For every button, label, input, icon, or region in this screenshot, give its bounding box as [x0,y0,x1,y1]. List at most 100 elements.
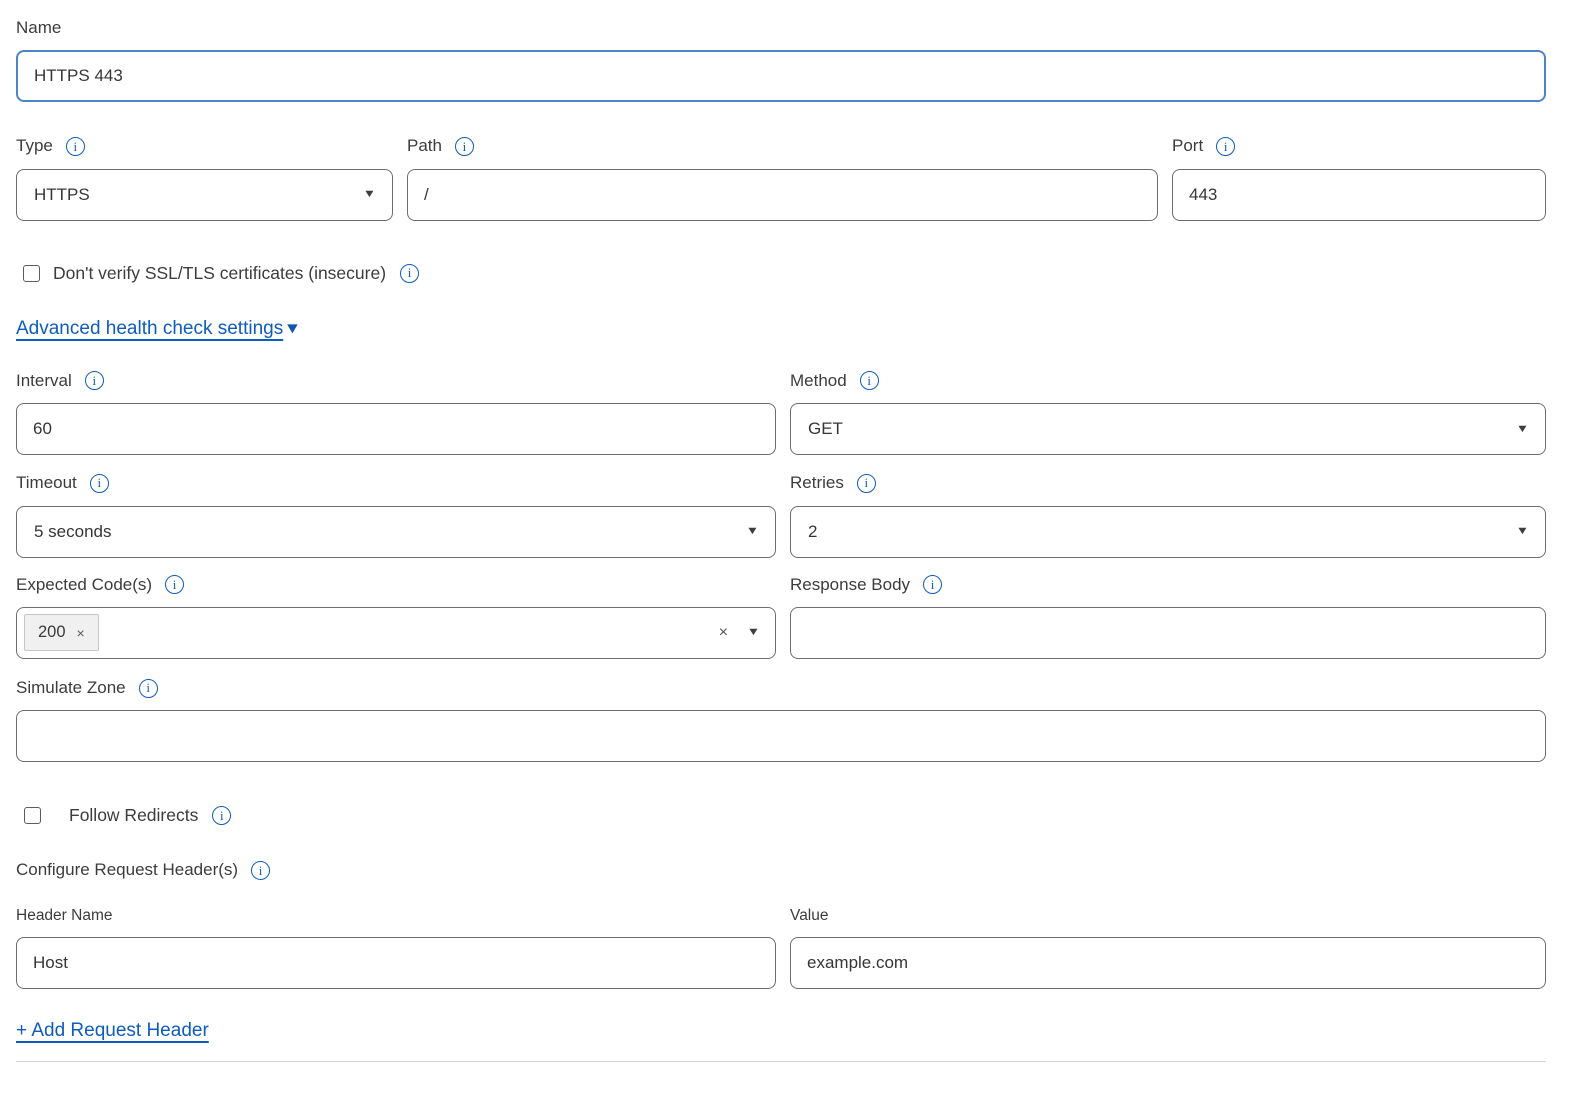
add-request-header-row: + Add Request Header [16,1020,1546,1042]
advanced-settings-toggle-row: Advanced health check settings ▼ [16,318,1546,340]
follow-redirects-info-icon[interactable]: i [212,806,231,825]
header-name-input[interactable] [16,937,776,989]
chevron-down-icon: ▼ [284,320,302,337]
path-input[interactable] [407,169,1158,221]
health-check-form: Name Type i HTTPS ▼ Path i Port i [0,0,1570,1107]
method-select[interactable]: GET ▼ [790,403,1546,455]
add-request-header-label: + Add Request Header [16,1020,209,1042]
port-field-group: Port i [1172,136,1546,220]
follow-redirects-row: Follow Redirects i [24,805,1546,826]
retries-field-group: Retries i 2 ▼ [790,473,1546,557]
simulate-zone-field-group: Simulate Zone i [16,678,1546,762]
simulate-zone-input[interactable] [16,710,1546,762]
interval-method-row: Interval i Method i GET ▼ [16,371,1546,455]
type-label-text: Type [16,136,53,156]
follow-redirects-label: Follow Redirects [69,805,198,826]
name-label: Name [16,18,1546,38]
type-field-group: Type i HTTPS ▼ [16,136,393,220]
advanced-settings-toggle[interactable]: Advanced health check settings ▼ [16,318,300,340]
advanced-settings-label: Advanced health check settings [16,318,283,340]
simulate-zone-label: Simulate Zone i [16,678,1546,698]
response-body-label-text: Response Body [790,575,910,595]
timeout-info-icon[interactable]: i [90,474,109,493]
chevron-down-icon: ▼ [747,627,761,638]
expected-codes-field-group: Expected Code(s) i 200 × × ▼ [16,575,776,659]
request-header-row: Header Name Value [16,907,1546,990]
type-select[interactable]: HTTPS ▼ [16,169,393,221]
verify-ssl-info-icon[interactable]: i [400,264,419,283]
expected-codes-label-text: Expected Code(s) [16,575,152,595]
port-input[interactable] [1172,169,1546,221]
path-info-icon[interactable]: i [455,137,474,156]
timeout-label-text: Timeout [16,473,77,493]
header-value-input[interactable] [790,937,1546,989]
interval-input[interactable] [16,403,776,455]
type-label: Type i [16,136,393,156]
type-info-icon[interactable]: i [66,137,85,156]
expected-code-tag-value: 200 [38,623,66,642]
type-select-value: HTTPS [34,185,90,205]
type-path-port-row: Type i HTTPS ▼ Path i Port i [16,136,1546,220]
retries-label: Retries i [790,473,1546,493]
response-body-input[interactable] [790,607,1546,659]
header-value-field-group: Value [790,907,1546,990]
request-headers-section-label: Configure Request Header(s) i [16,860,1546,880]
codes-body-row: Expected Code(s) i 200 × × ▼ Response Bo… [16,575,1546,659]
verify-ssl-label: Don't verify SSL/TLS certificates (insec… [53,263,386,284]
chevron-down-icon: ▼ [1516,424,1530,435]
method-label: Method i [790,371,1546,391]
request-headers-info-icon[interactable]: i [251,861,270,880]
method-label-text: Method [790,371,847,391]
header-value-label-text: Value [790,907,829,926]
timeout-retries-row: Timeout i 5 seconds ▼ Retries i 2 ▼ [16,473,1546,557]
retries-info-icon[interactable]: i [857,474,876,493]
path-label: Path i [407,136,1158,156]
retries-select[interactable]: 2 ▼ [790,506,1546,558]
path-field-group: Path i [407,136,1158,220]
chevron-down-icon: ▼ [746,526,760,537]
clear-selection-icon[interactable]: × [719,624,728,642]
chevron-down-icon: ▼ [363,189,377,200]
request-headers-section-text: Configure Request Header(s) [16,860,238,880]
port-info-icon[interactable]: i [1216,137,1235,156]
name-field-group: Name [16,18,1546,102]
follow-redirects-checkbox[interactable] [24,807,41,824]
timeout-select[interactable]: 5 seconds ▼ [16,506,776,558]
header-value-label: Value [790,907,1546,926]
response-body-label: Response Body i [790,575,1546,595]
name-label-text: Name [16,18,61,38]
add-request-header-link[interactable]: + Add Request Header [16,1020,209,1042]
interval-info-icon[interactable]: i [85,371,104,390]
timeout-label: Timeout i [16,473,776,493]
verify-ssl-checkbox[interactable] [23,265,40,282]
method-select-value: GET [808,419,843,439]
timeout-select-value: 5 seconds [34,522,112,542]
header-name-label: Header Name [16,907,776,926]
retries-label-text: Retries [790,473,844,493]
port-label-text: Port [1172,136,1203,156]
expected-codes-label: Expected Code(s) i [16,575,776,595]
name-input[interactable] [16,50,1546,102]
simulate-zone-info-icon[interactable]: i [139,679,158,698]
method-info-icon[interactable]: i [860,371,879,390]
retries-select-value: 2 [808,522,817,542]
response-body-info-icon[interactable]: i [923,575,942,594]
path-label-text: Path [407,136,442,156]
response-body-field-group: Response Body i [790,575,1546,659]
tag-remove-icon[interactable]: × [77,625,85,641]
header-name-label-text: Header Name [16,907,113,926]
interval-label: Interval i [16,371,776,391]
expected-code-tag: 200 × [24,614,99,651]
port-label: Port i [1172,136,1546,156]
method-field-group: Method i GET ▼ [790,371,1546,455]
timeout-field-group: Timeout i 5 seconds ▼ [16,473,776,557]
verify-ssl-row: Don't verify SSL/TLS certificates (insec… [23,263,1546,284]
interval-field-group: Interval i [16,371,776,455]
expected-codes-info-icon[interactable]: i [165,575,184,594]
header-name-field-group: Header Name [16,907,776,990]
interval-label-text: Interval [16,371,72,391]
simulate-zone-label-text: Simulate Zone [16,678,126,698]
chevron-down-icon: ▼ [1516,526,1530,537]
section-divider [16,1061,1546,1062]
expected-codes-multiselect[interactable]: 200 × × ▼ [16,607,776,659]
